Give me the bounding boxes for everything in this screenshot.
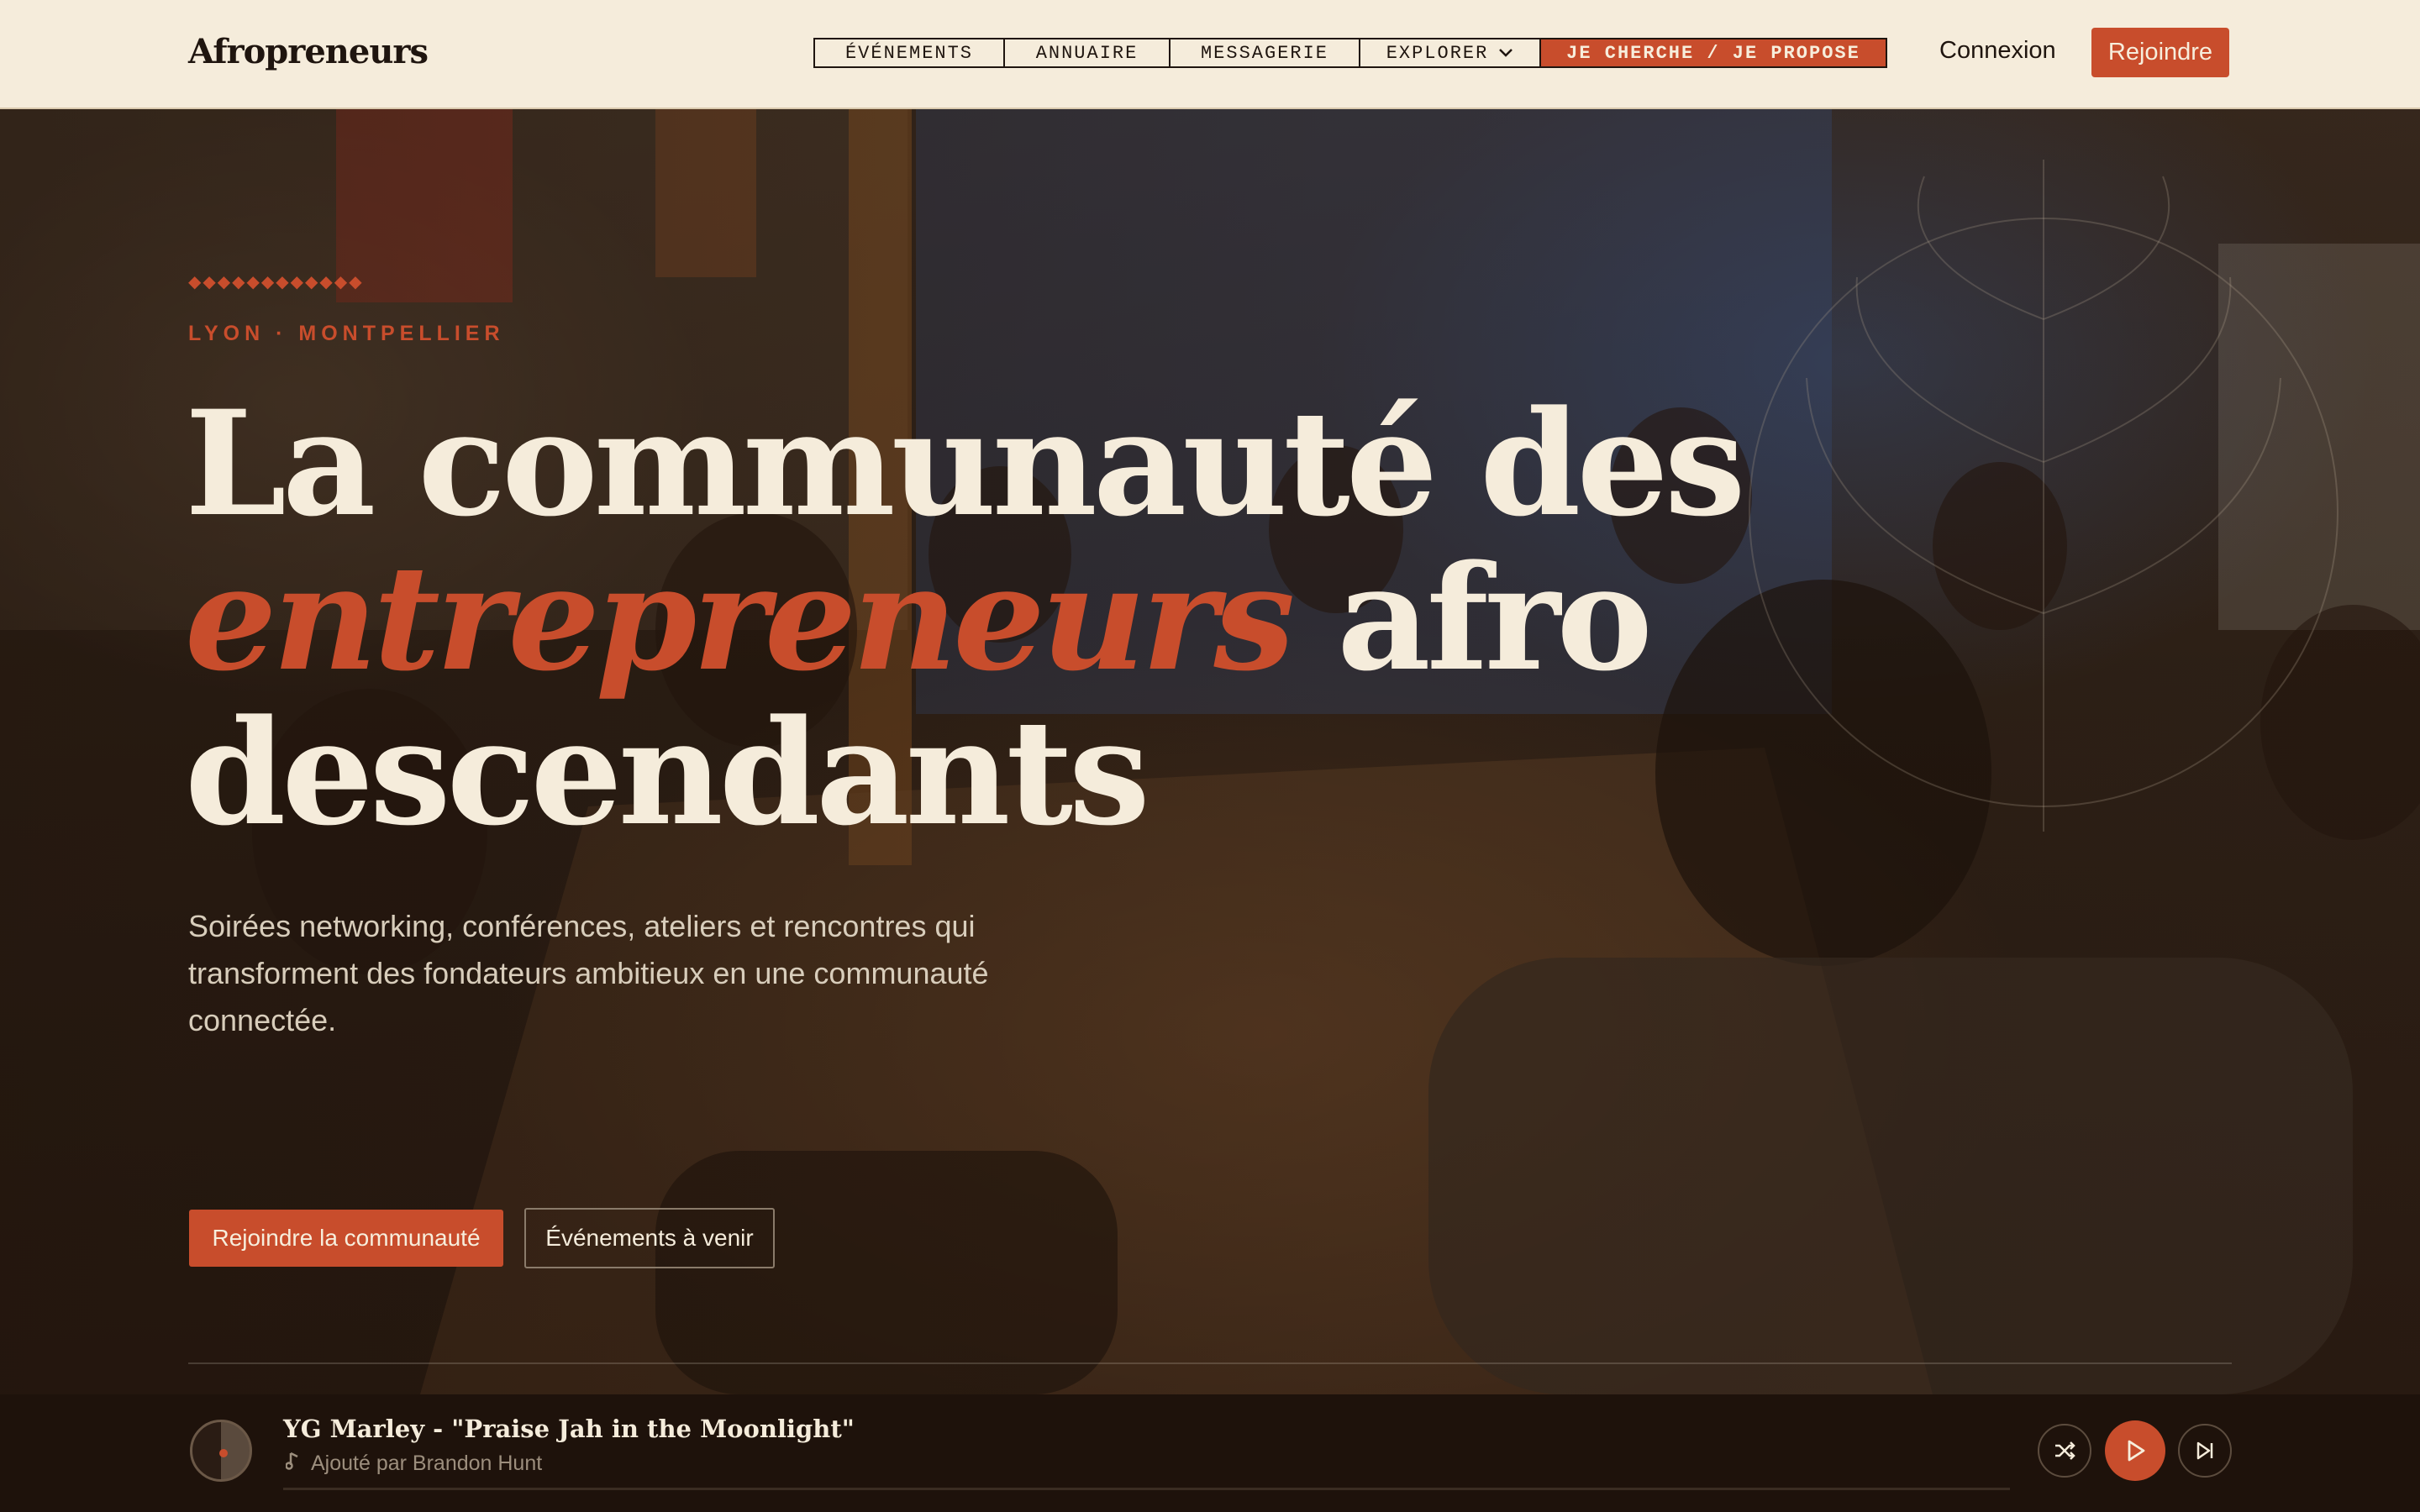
music-note-icon (285, 1452, 299, 1476)
brand-logo[interactable]: Afropreneurs (188, 32, 429, 71)
headline-line-3: descendants (185, 687, 1150, 858)
hero-divider (188, 1362, 2232, 1364)
hero-headline: La communauté des entrepreneurs afro des… (185, 386, 1949, 850)
nav-item-explorer-label: EXPLORER (1386, 42, 1489, 64)
join-button[interactable]: Rejoindre (2091, 28, 2229, 77)
nav-item-evenements[interactable]: ÉVÉNEMENTS (815, 39, 1005, 66)
nav-cta-je-cherche[interactable]: JE CHERCHE / JE PROPOSE (1541, 39, 1886, 66)
nav-item-messagerie[interactable]: MESSAGERIE (1171, 39, 1360, 66)
shuffle-icon (2055, 1441, 2075, 1460)
track-title: YG Marley - "Praise Jah in the Moonlight… (283, 1415, 855, 1443)
headline-line-2-rest: afro (1291, 533, 1653, 703)
music-player-bar: YG Marley - "Praise Jah in the Moonlight… (0, 1394, 2420, 1512)
play-icon (2128, 1440, 2145, 1462)
track-added-by: Ajouté par Brandon Hunt (285, 1452, 543, 1476)
diamond-ornament-icon: ◆◆◆◆◆◆◆◆◆◆◆◆ (188, 273, 364, 291)
headline-accent: entrepreneurs (185, 533, 1295, 703)
join-community-button[interactable]: Rejoindre la communauté (189, 1210, 503, 1267)
top-navigation-bar: Afropreneurs ÉVÉNEMENTS ANNUAIRE MESSAGE… (0, 0, 2420, 109)
hero-eyebrow: LYON · MONTPELLIER (188, 322, 505, 345)
headline-line-1: La communauté des (185, 378, 1746, 549)
vinyl-disc-icon (190, 1420, 252, 1482)
main-nav: ÉVÉNEMENTS ANNUAIRE MESSAGERIE EXPLORER … (813, 38, 1887, 68)
track-progress-bar[interactable] (283, 1488, 2010, 1490)
chevron-down-icon (1498, 43, 1513, 64)
skip-next-icon (2196, 1441, 2213, 1460)
next-track-button[interactable] (2178, 1424, 2232, 1478)
nav-item-annuaire[interactable]: ANNUAIRE (1005, 39, 1171, 66)
upcoming-events-button[interactable]: Événements à venir (524, 1208, 775, 1268)
nav-item-explorer[interactable]: EXPLORER (1360, 39, 1541, 66)
play-button[interactable] (2105, 1420, 2165, 1481)
added-by-text: Ajouté par Brandon Hunt (311, 1452, 543, 1475)
shuffle-button[interactable] (2038, 1424, 2091, 1478)
login-link[interactable]: Connexion (1939, 37, 2056, 65)
hero-description: Soirées networking, conférences, atelier… (188, 909, 989, 1037)
